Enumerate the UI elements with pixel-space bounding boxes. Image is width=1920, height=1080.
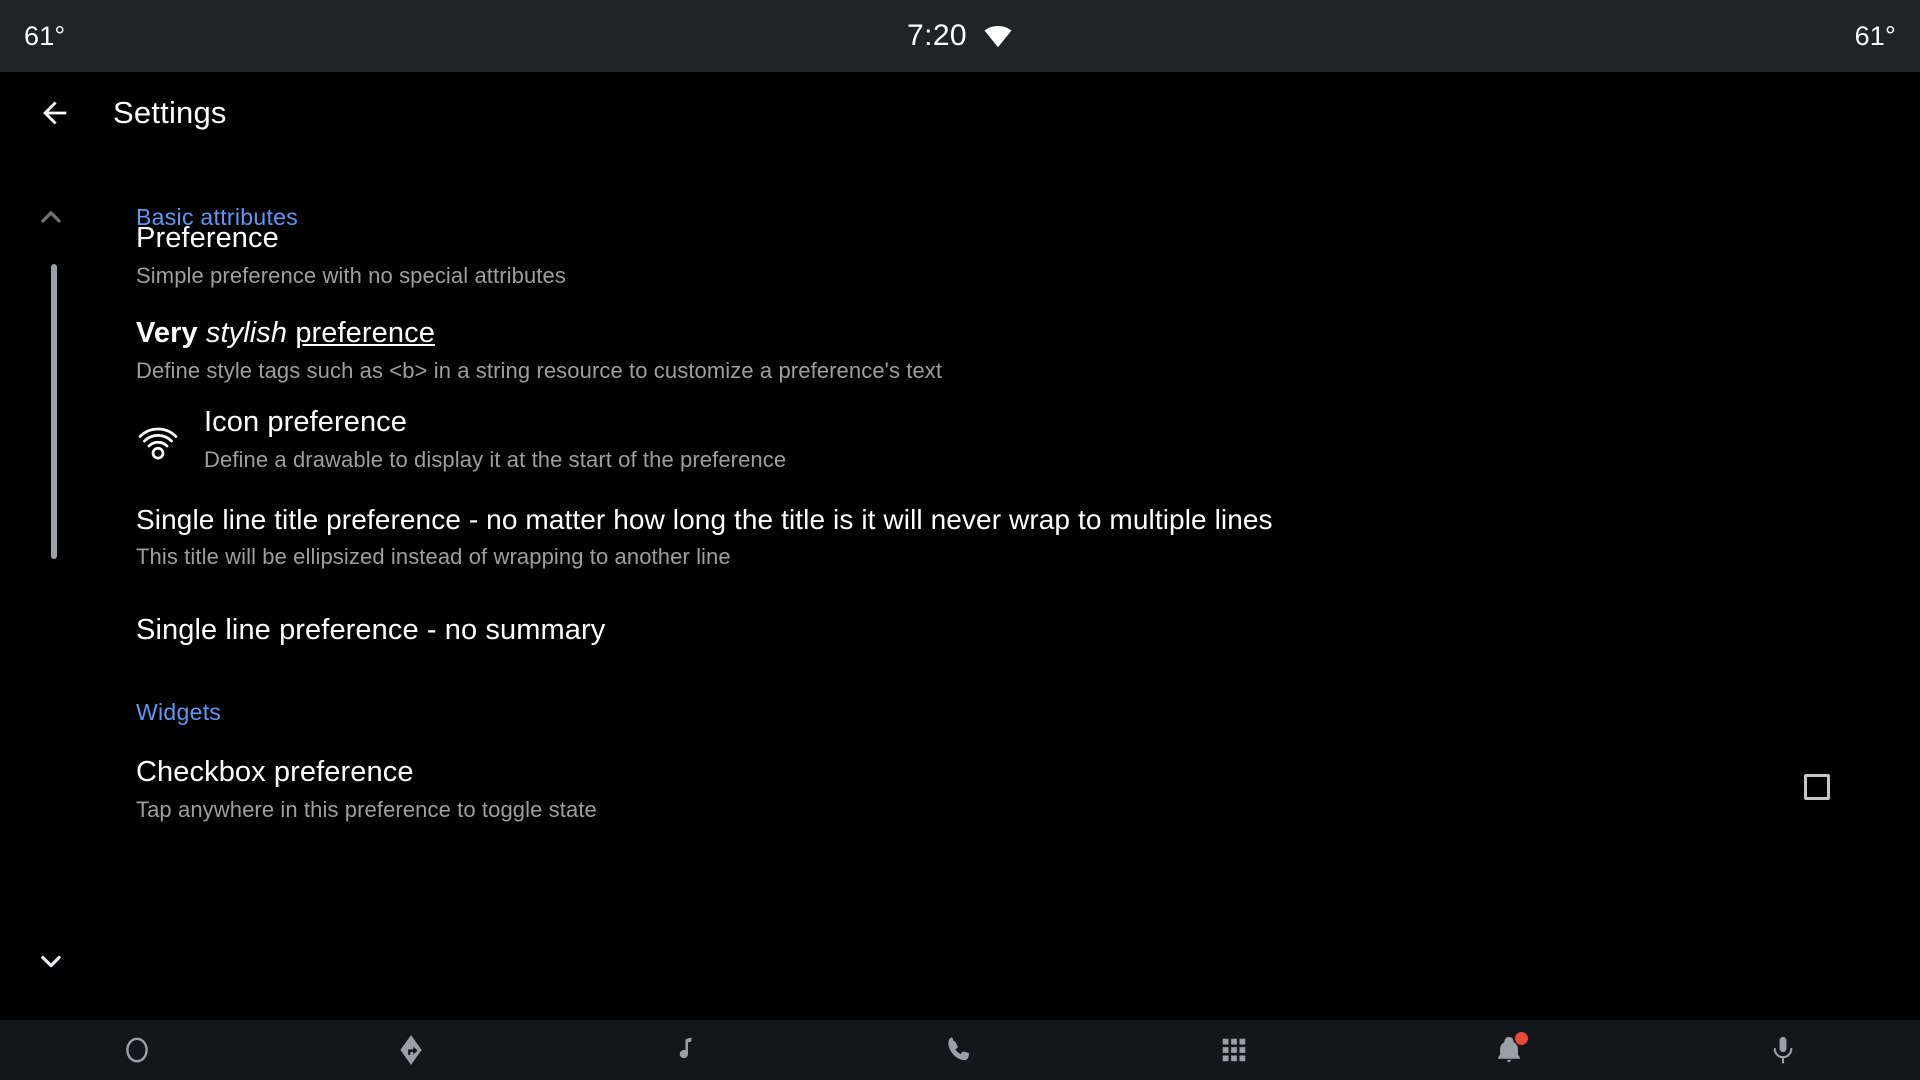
status-bar: 61° 61° xyxy=(0,0,1920,72)
preference-title: Icon preference xyxy=(204,406,408,438)
nav-item-phone[interactable] xyxy=(823,1020,1097,1080)
preference-title-underline-part: preference xyxy=(295,317,435,349)
nav-item-assistant[interactable] xyxy=(1646,1020,1920,1080)
preference-summary: Define a drawable to display it at the s… xyxy=(204,447,787,472)
wifi-tethering-icon xyxy=(136,422,180,466)
nav-item-media[interactable] xyxy=(549,1020,823,1080)
preference-summary: This title will be ellipsized instead of… xyxy=(136,544,731,569)
preference-row-checkbox-preference[interactable]: Checkbox preference Tap anywhere in this… xyxy=(136,756,597,823)
preference-summary: Simple preference with no special attrib… xyxy=(136,263,566,288)
section-collapse-chevron-basic-attributes[interactable] xyxy=(34,200,68,234)
music-note-icon xyxy=(671,1035,701,1065)
preference-row-very-stylish-preference[interactable]: Very stylish preference Define style tag… xyxy=(136,317,942,384)
microphone-icon xyxy=(1767,1034,1799,1066)
vertical-scrollbar-thumb[interactable] xyxy=(51,264,57,559)
notification-badge xyxy=(1515,1032,1529,1045)
settings-scroll-area[interactable]: Basic attributes Preference Simple prefe… xyxy=(0,154,1920,1020)
preference-row-single-line-title[interactable]: Single line title preference - no matter… xyxy=(136,504,1273,570)
chevron-up-icon xyxy=(36,202,66,232)
preference-title: Checkbox preference xyxy=(136,756,414,788)
navigation-arrow-icon xyxy=(394,1033,428,1067)
app-bar: Settings xyxy=(0,72,1920,154)
nav-item-apps[interactable] xyxy=(1097,1020,1371,1080)
phone-icon xyxy=(944,1034,976,1066)
apps-grid-icon xyxy=(1219,1035,1249,1065)
preference-title: Very stylish preference xyxy=(136,317,942,350)
section-expand-chevron-widgets[interactable] xyxy=(34,944,68,978)
preference-summary: Tap anywhere in this preference to toggl… xyxy=(136,797,597,822)
page-title: Settings xyxy=(113,95,227,130)
preference-title: Single line preference - no summary xyxy=(136,614,606,646)
status-left-temperature: 61° xyxy=(24,20,66,51)
nav-item-notifications[interactable] xyxy=(1371,1020,1645,1080)
preference-row-single-line-no-summary[interactable]: Single line preference - no summary xyxy=(136,614,605,647)
home-circle-icon xyxy=(121,1034,153,1066)
chevron-down-icon xyxy=(36,946,66,976)
nav-item-navigation[interactable] xyxy=(274,1020,548,1080)
back-arrow-icon xyxy=(38,96,72,130)
preference-title-bold-part: Very xyxy=(136,317,198,349)
preference-title: Preference xyxy=(136,222,279,254)
preference-title: Single line title preference - no matter… xyxy=(136,504,1273,535)
preference-row-icon-preference[interactable]: Icon preference Define a drawable to dis… xyxy=(136,406,786,473)
preference-row-preference[interactable]: Preference Simple preference with no spe… xyxy=(136,222,566,289)
checkbox-preference-checkbox[interactable] xyxy=(1804,774,1830,800)
preference-title-italic-part: stylish xyxy=(205,317,288,349)
section-header-widgets: Widgets xyxy=(136,699,222,725)
bottom-navigation-bar xyxy=(0,1020,1920,1080)
status-right-temperature: 61° xyxy=(1854,20,1896,51)
preference-summary: Define style tags such as <b> in a strin… xyxy=(136,358,943,383)
back-button[interactable] xyxy=(26,84,84,142)
nav-item-home[interactable] xyxy=(0,1020,274,1080)
